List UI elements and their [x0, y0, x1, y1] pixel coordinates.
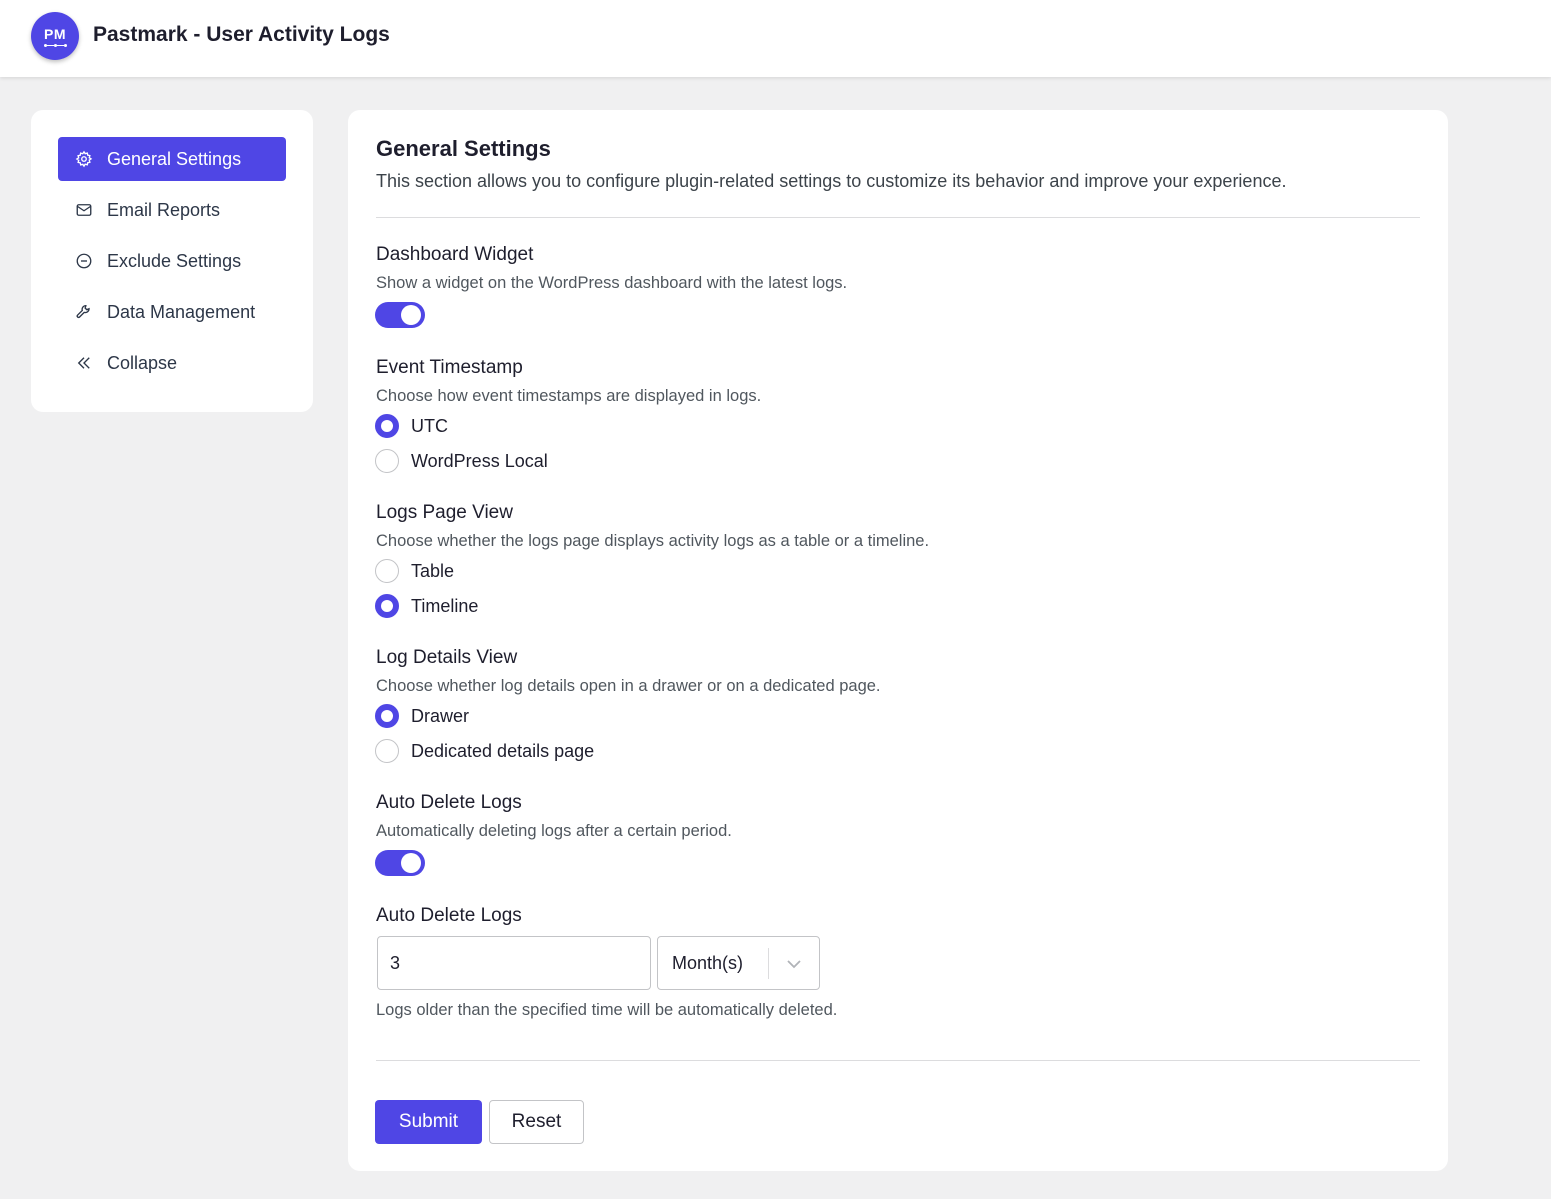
auto-delete-period-label: Auto Delete Logs: [376, 905, 522, 926]
auto-delete-unit-select[interactable]: Month(s): [657, 936, 820, 990]
sidebar-item-label: Collapse: [107, 352, 178, 373]
logs-page-view-help: Choose whether the logs page displays ac…: [376, 532, 930, 550]
radio-button[interactable]: [375, 449, 399, 473]
sidebar-item-data-management[interactable]: Data Management: [58, 290, 286, 334]
logs-page-view-label: Logs Page View: [376, 502, 513, 523]
radio-label: Drawer: [411, 705, 470, 726]
minus-circle-icon: [75, 252, 93, 270]
log-details-view-label: Log Details View: [376, 647, 518, 668]
toggle-knob: [401, 305, 421, 325]
radio-button-checked[interactable]: [375, 704, 399, 728]
sidebar-item-general-settings[interactable]: General Settings: [58, 137, 286, 181]
radio-dedicated-details-page[interactable]: Dedicated details page: [375, 739, 594, 763]
auto-delete-logs-help: Automatically deleting logs after a cert…: [376, 822, 732, 840]
sidebar-item-label: General Settings: [107, 148, 242, 169]
envelope-icon: [75, 201, 93, 219]
radio-button-checked[interactable]: [375, 594, 399, 618]
log-details-view-help: Choose whether log details open in a dra…: [376, 677, 881, 695]
divider: [376, 1060, 1420, 1061]
radio-timeline[interactable]: Timeline: [375, 594, 478, 618]
double-chevron-left-icon: [75, 354, 93, 372]
radio-label: Table: [411, 560, 455, 581]
select-separator: [768, 948, 769, 979]
sidebar-item-exclude-settings[interactable]: Exclude Settings: [58, 239, 286, 283]
sidebar: General Settings Email Reports Exclude S…: [31, 110, 313, 412]
logo-dots-icon: [43, 43, 67, 47]
radio-button-checked[interactable]: [375, 414, 399, 438]
submit-button[interactable]: Submit: [375, 1100, 482, 1144]
radio-utc[interactable]: UTC: [375, 414, 448, 438]
dashboard-widget-help: Show a widget on the WordPress dashboard…: [376, 274, 848, 292]
radio-table[interactable]: Table: [375, 559, 454, 583]
radio-label: UTC: [411, 415, 448, 436]
sidebar-item-label: Email Reports: [107, 199, 221, 220]
logo-text: PM: [44, 25, 66, 42]
radio-label: Timeline: [411, 595, 479, 616]
page-title: General Settings: [376, 136, 551, 161]
auto-delete-logs-label: Auto Delete Logs: [376, 792, 522, 813]
app-title: Pastmark - User Activity Logs: [93, 23, 390, 46]
event-timestamp-help: Choose how event timestamps are displaye…: [376, 387, 762, 405]
pastmark-logo: PM: [31, 12, 79, 60]
radio-label: WordPress Local: [411, 450, 548, 471]
top-bar: PM Pastmark - User Activity Logs: [0, 0, 1551, 77]
sidebar-item-label: Exclude Settings: [107, 250, 242, 271]
wrench-icon: [75, 303, 93, 321]
select-value: Month(s): [672, 952, 744, 973]
radio-button[interactable]: [375, 739, 399, 763]
dashboard-widget-toggle[interactable]: [375, 302, 425, 328]
radio-label: Dedicated details page: [411, 740, 595, 761]
chevron-down-icon: [784, 954, 804, 974]
toggle-knob: [401, 853, 421, 873]
radio-button[interactable]: [375, 559, 399, 583]
auto-delete-period-input[interactable]: [377, 936, 651, 990]
radio-wordpress-local[interactable]: WordPress Local: [375, 449, 548, 473]
divider: [376, 217, 1420, 218]
page-description: This section allows you to configure plu…: [376, 171, 1287, 191]
gear-icon: [75, 150, 93, 168]
sidebar-item-label: Data Management: [107, 301, 256, 322]
auto-delete-period-help: Logs older than the specified time will …: [376, 1001, 838, 1019]
sidebar-item-collapse[interactable]: Collapse: [58, 341, 286, 385]
auto-delete-logs-toggle[interactable]: [375, 850, 425, 876]
dashboard-widget-label: Dashboard Widget: [376, 244, 534, 265]
settings-panel: General Settings This section allows you…: [348, 110, 1448, 1171]
sidebar-item-email-reports[interactable]: Email Reports: [58, 188, 286, 232]
radio-drawer[interactable]: Drawer: [375, 704, 469, 728]
event-timestamp-label: Event Timestamp: [376, 357, 523, 378]
reset-button[interactable]: Reset: [489, 1100, 584, 1144]
